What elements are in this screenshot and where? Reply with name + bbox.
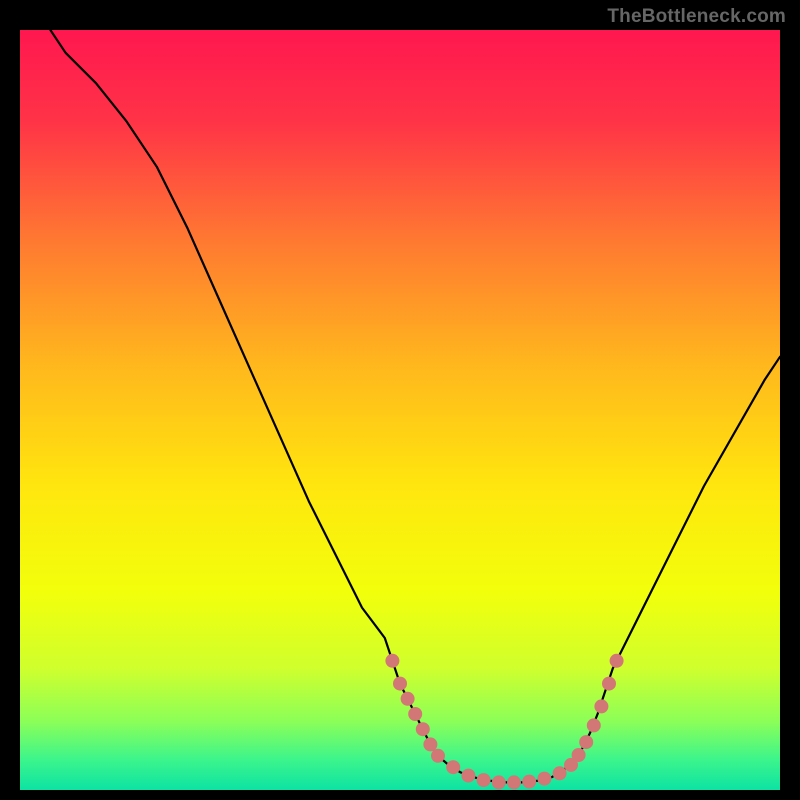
curve-marker <box>446 760 460 774</box>
bottleneck-curve <box>50 30 780 782</box>
curve-marker <box>594 699 608 713</box>
curve-marker <box>553 766 567 780</box>
curve-marker <box>610 654 624 668</box>
curve-marker <box>431 749 445 763</box>
curve-marker <box>537 772 551 786</box>
plot-area <box>20 30 780 790</box>
curve-marker <box>522 775 536 789</box>
curve-marker <box>602 677 616 691</box>
curve-marker <box>416 722 430 736</box>
curve-marker <box>507 775 521 789</box>
watermark-text: TheBottleneck.com <box>607 6 786 28</box>
curve-markers <box>385 654 623 790</box>
curve-marker <box>492 775 506 789</box>
curve-marker <box>408 707 422 721</box>
chart-svg <box>20 30 780 790</box>
curve-marker <box>572 748 586 762</box>
curve-marker <box>579 735 593 749</box>
curve-marker <box>385 654 399 668</box>
curve-marker <box>423 737 437 751</box>
curve-marker <box>461 769 475 783</box>
page-root: { "watermark": "TheBottleneck.com", "cha… <box>0 0 800 800</box>
curve-marker <box>587 718 601 732</box>
curve-marker <box>401 692 415 706</box>
curve-marker <box>477 773 491 787</box>
curve-marker <box>393 677 407 691</box>
